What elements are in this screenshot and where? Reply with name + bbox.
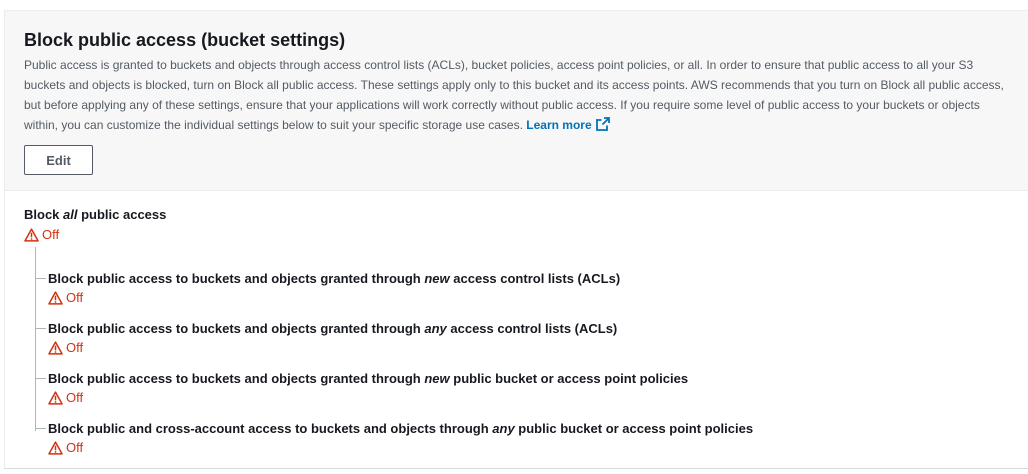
setting-status: Off xyxy=(48,340,83,355)
status-text: Off xyxy=(42,227,60,242)
tree-branch xyxy=(35,278,46,279)
label-prefix: Block public access to buckets and objec… xyxy=(48,271,425,286)
label-suffix: access control lists (ACLs) xyxy=(446,321,618,336)
setting-status: Off xyxy=(48,390,83,405)
panel-header: Block public access (bucket settings) Pu… xyxy=(5,11,1028,191)
setting-label: Block public access to buckets and objec… xyxy=(48,371,688,386)
warning-icon xyxy=(48,290,63,305)
warning-icon xyxy=(48,340,63,355)
setting-status: Off xyxy=(48,440,83,455)
warning-icon xyxy=(24,227,39,242)
label-suffix: public bucket or access point policies xyxy=(449,371,689,386)
label-suffix: public bucket or access point policies xyxy=(514,421,754,436)
label-prefix: Block public and cross-account access to… xyxy=(48,421,493,436)
external-link-icon xyxy=(595,117,610,131)
learn-more-label: Learn more xyxy=(526,118,592,132)
status-text: Off xyxy=(66,440,84,455)
setting-label: Block public access to buckets and objec… xyxy=(48,271,620,286)
tree-branch xyxy=(35,428,46,429)
panel-title: Block public access (bucket settings) xyxy=(24,30,346,50)
tree-branch xyxy=(35,328,46,329)
label-emphasis: new xyxy=(424,371,450,386)
label-emphasis: any xyxy=(424,321,447,336)
panel-description: Public access is granted to buckets and … xyxy=(24,55,1009,135)
setting-label: Block public access to buckets and objec… xyxy=(48,321,617,336)
label-suffix: public access xyxy=(77,207,167,222)
label-prefix: Block public access to buckets and objec… xyxy=(48,371,425,386)
tree-connector xyxy=(35,247,36,431)
setting-status: Off xyxy=(48,290,83,305)
label-emphasis: new xyxy=(424,271,450,286)
edit-button[interactable]: Edit xyxy=(24,145,93,175)
tree-branch xyxy=(35,378,46,379)
block-all-public-access-label: Block all public access xyxy=(24,207,166,222)
label-emphasis: any xyxy=(492,421,515,436)
status-text: Off xyxy=(66,340,84,355)
block-all-status: Off xyxy=(24,227,59,242)
status-text: Off xyxy=(66,290,84,305)
setting-label: Block public and cross-account access to… xyxy=(48,421,753,436)
description-text: Public access is granted to buckets and … xyxy=(24,58,1004,132)
label-prefix: Block public access to buckets and objec… xyxy=(48,321,425,336)
status-text: Off xyxy=(66,390,84,405)
label-prefix: Block xyxy=(24,207,64,222)
warning-icon xyxy=(48,440,63,455)
label-emphasis: all xyxy=(63,207,78,222)
label-suffix: access control lists (ACLs) xyxy=(449,271,621,286)
learn-more-link[interactable]: Learn more xyxy=(526,117,610,132)
warning-icon xyxy=(48,390,63,405)
block-public-access-panel: Block public access (bucket settings) Pu… xyxy=(4,10,1028,469)
